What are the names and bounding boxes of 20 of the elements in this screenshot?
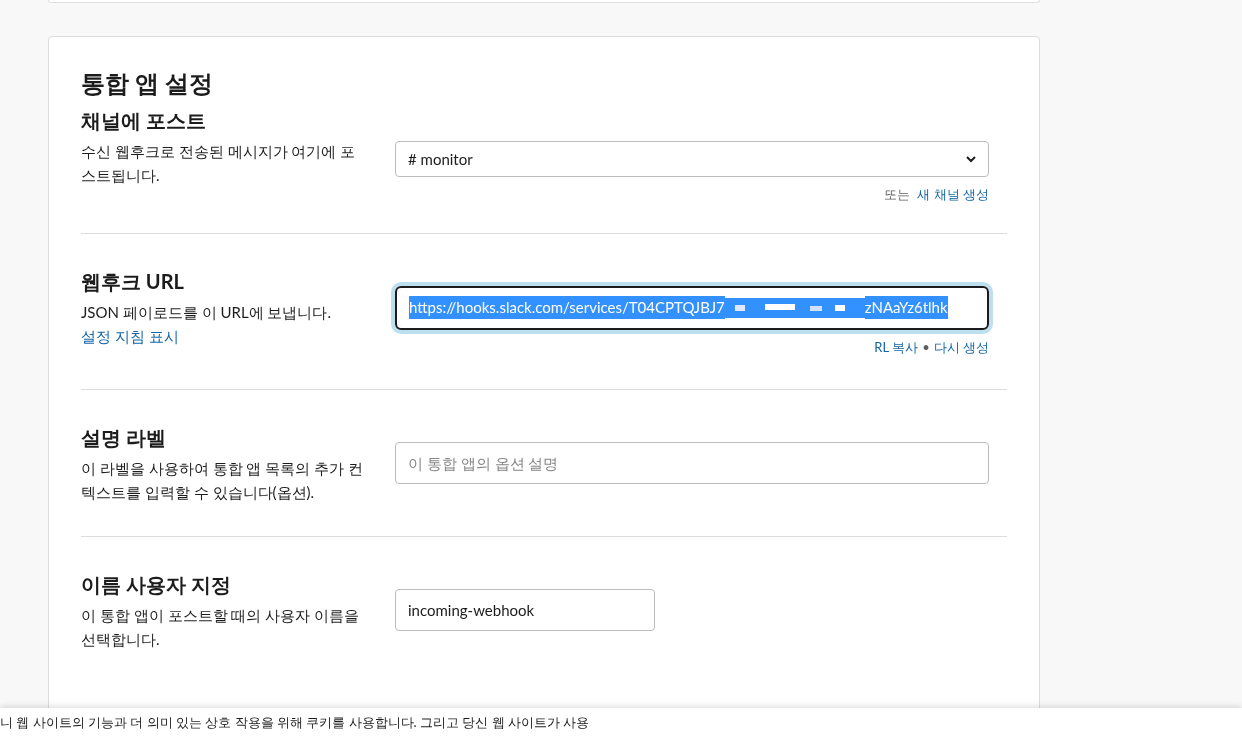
description-input[interactable]: 이 통합 앱의 옵션 설명 [395, 442, 989, 484]
help-link[interactable]: 설정 지침 표시 [81, 326, 179, 345]
section-heading: 웹후크 URL [81, 267, 185, 295]
footer-text: • [922, 337, 930, 357]
page-title: 통합 앱 설정 [81, 67, 214, 99]
section-description: 이 라벨을 사용하여 통합 앱 목록의 추가 컨텍스트를 입력할 수 있습니다(옵션). [81, 458, 363, 503]
username-input[interactable]: incoming-webhook [395, 589, 655, 631]
section-description: 이 통합 앱이 포스트할 때의 사용자 이름을 선택합니다. [81, 605, 361, 650]
cookie-text: 니 웹 사이트의 기능과 더 의미 있는 상호 작용을 위해 쿠키를 사용합니다. 그리고 당신 웹 사이트가 사용 [0, 713, 590, 733]
section-heading: 이름 사용자 지정 [81, 571, 232, 598]
chevron-down-icon [966, 155, 976, 163]
footer-text: 또는 [884, 185, 911, 204]
footer-link[interactable]: 다시 생성 [933, 337, 989, 357]
section-heading: 채널에 포스트 [81, 107, 207, 134]
footer-link[interactable]: RL 복사 [874, 337, 919, 357]
section-description: JSON 페이로드를 이 URL에 보냅니다. [81, 301, 332, 323]
footer-link[interactable]: 새 채널 생성 [917, 185, 989, 205]
section-description: 수신 웹후크로 전송된 메시지가 여기에 포스트됩니다. [81, 141, 357, 186]
channel-select[interactable]: # monitor [395, 141, 989, 177]
section-heading: 설명 라벨 [81, 424, 167, 451]
